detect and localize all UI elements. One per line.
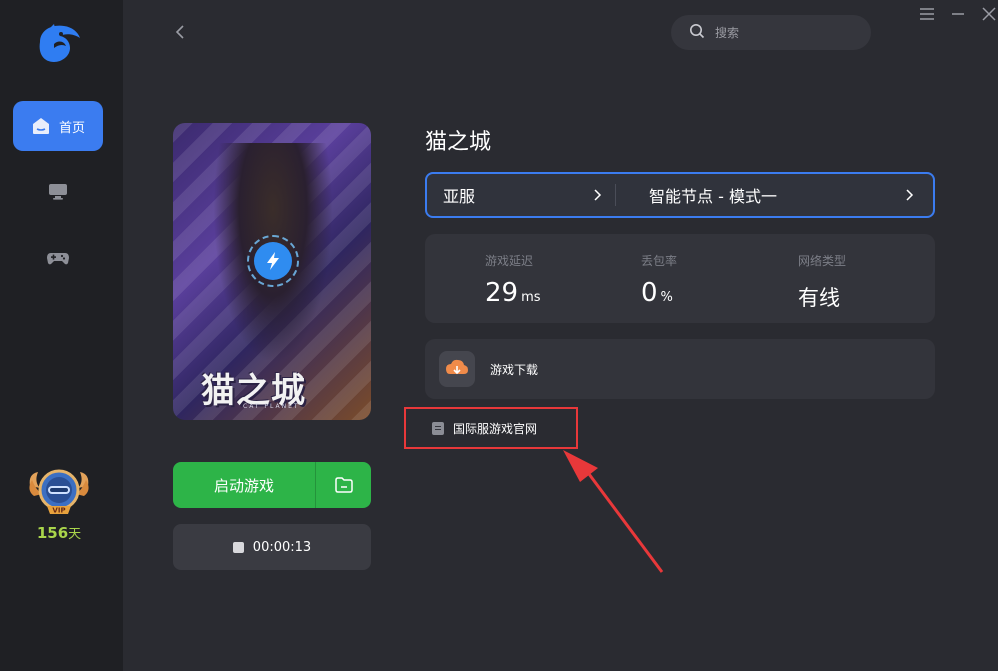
sidebar-item-games[interactable] bbox=[13, 233, 103, 283]
node-value: 智能节点 - 模式一 bbox=[649, 187, 777, 206]
launch-game-button-group: 启动游戏 bbox=[173, 462, 371, 508]
timer-value: 00:00:13 bbox=[252, 539, 312, 555]
open-folder-button[interactable] bbox=[315, 462, 371, 508]
search-input[interactable] bbox=[715, 25, 855, 40]
stat-label: 网络类型 bbox=[798, 254, 847, 268]
stop-icon bbox=[232, 541, 244, 553]
stat-unit: % bbox=[660, 290, 673, 305]
stat-value: 29 bbox=[485, 278, 519, 308]
chevron-left-icon bbox=[175, 25, 184, 39]
minimize-button[interactable] bbox=[948, 5, 968, 25]
main-panel: 猫之城 CAT PLANET 启动游戏 00:00:13 猫之城 亚服 智能节点… bbox=[123, 0, 998, 671]
sidebar-item-label: 首页 bbox=[58, 120, 85, 136]
region-value: 亚服 bbox=[443, 187, 476, 206]
back-button[interactable] bbox=[171, 22, 191, 42]
vip-days-unit: 天 bbox=[68, 527, 82, 542]
stat-value: 0 bbox=[641, 278, 658, 308]
launch-game-button[interactable]: 启动游戏 bbox=[173, 462, 315, 508]
monitor-icon bbox=[47, 181, 69, 201]
minimize-icon bbox=[952, 13, 964, 15]
search-icon bbox=[689, 23, 705, 43]
stat-value: 有线 bbox=[798, 286, 840, 310]
stat-label: 游戏延迟 bbox=[485, 254, 534, 268]
chevron-right-icon bbox=[594, 189, 602, 201]
search-box[interactable] bbox=[671, 15, 871, 50]
vip-crest-icon: VIP bbox=[29, 469, 89, 515]
accelerate-icon[interactable] bbox=[247, 235, 299, 287]
server-selector: 亚服 智能节点 - 模式一 bbox=[425, 172, 935, 218]
sidebar-item-monitor[interactable] bbox=[13, 166, 103, 216]
sidebar: 首页 VIP 156天 bbox=[0, 0, 123, 671]
region-select[interactable]: 亚服 bbox=[427, 174, 615, 216]
official-site-label: 国际服游戏官网 bbox=[453, 421, 538, 436]
vip-badge[interactable]: VIP 156天 bbox=[22, 466, 96, 542]
document-icon bbox=[432, 421, 444, 435]
vip-badge-label: VIP bbox=[52, 507, 65, 515]
acceleration-timer[interactable]: 00:00:13 bbox=[173, 524, 371, 570]
stat-label: 丢包率 bbox=[641, 254, 678, 268]
game-download-label: 游戏下载 bbox=[490, 362, 539, 377]
menu-button[interactable] bbox=[917, 5, 937, 25]
chevron-right-icon bbox=[906, 189, 914, 201]
home-icon bbox=[31, 116, 51, 136]
app-logo-icon bbox=[34, 22, 82, 64]
sidebar-item-home[interactable]: 首页 bbox=[13, 101, 103, 151]
game-cover-image: 猫之城 CAT PLANET bbox=[173, 123, 371, 420]
vip-days-value: 156 bbox=[36, 524, 69, 542]
game-title: 猫之城 bbox=[425, 130, 492, 155]
folder-icon bbox=[334, 477, 353, 493]
close-icon bbox=[982, 7, 996, 21]
cover-game-subtitle: CAT PLANET bbox=[243, 403, 300, 410]
game-download-button[interactable]: 游戏下载 bbox=[425, 339, 935, 399]
gamepad-icon bbox=[46, 249, 70, 267]
download-icon bbox=[439, 351, 475, 387]
network-stats-panel: 游戏延迟 29 ms 丢包率 0% 网络类型 有线 bbox=[425, 234, 935, 323]
official-site-link[interactable]: 国际服游戏官网 bbox=[404, 407, 578, 449]
close-button[interactable] bbox=[979, 5, 998, 25]
stat-unit: ms bbox=[521, 290, 541, 305]
node-select[interactable]: 智能节点 - 模式一 bbox=[616, 174, 933, 216]
menu-icon bbox=[920, 8, 934, 20]
